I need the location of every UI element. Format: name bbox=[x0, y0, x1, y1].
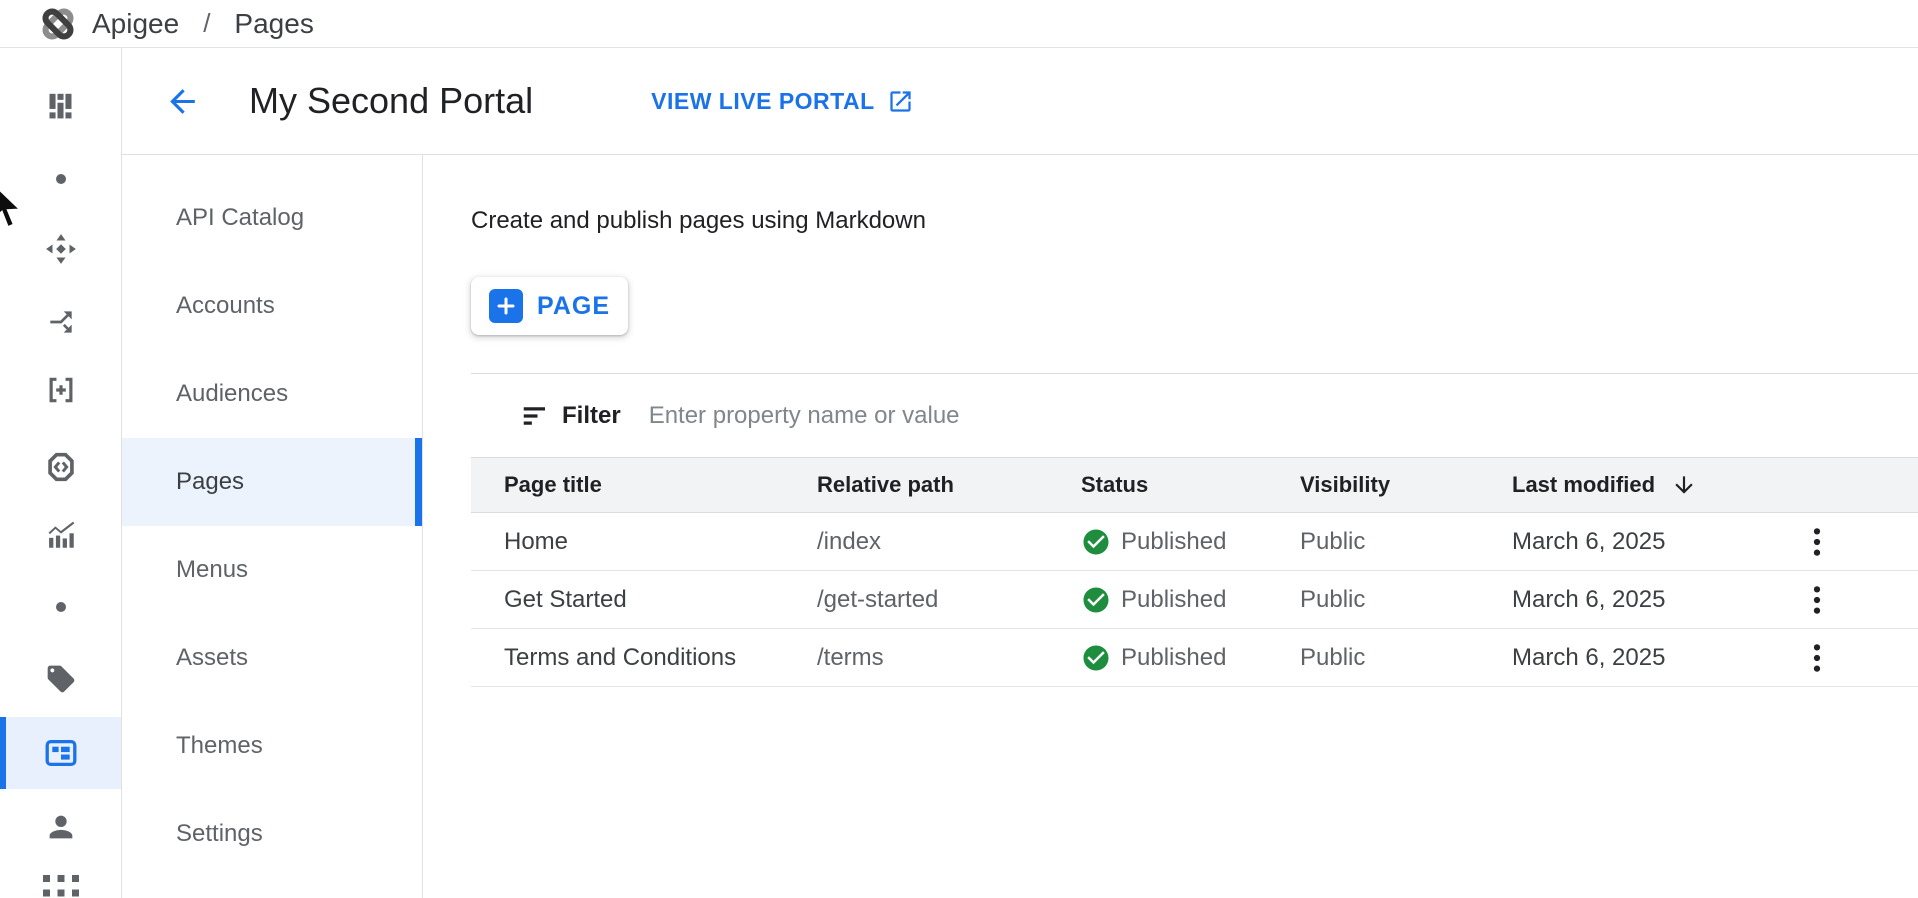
person-icon bbox=[44, 810, 78, 844]
kebab-menu-icon bbox=[1802, 525, 1832, 559]
filter-label: Filter bbox=[562, 402, 621, 430]
pages-table-panel: Filter Page title Relative path Status V… bbox=[471, 373, 1918, 687]
apigee-logo-icon[interactable] bbox=[37, 3, 79, 45]
plus-icon bbox=[489, 289, 523, 323]
portal-title: My Second Portal bbox=[249, 80, 533, 122]
rail-item-portal-pages[interactable] bbox=[0, 717, 121, 789]
relative-path-cell: /terms bbox=[817, 644, 1081, 672]
last-modified-cell: March 6, 2025 bbox=[1512, 528, 1797, 556]
visibility-cell: Public bbox=[1300, 586, 1512, 614]
last-modified-cell: March 6, 2025 bbox=[1512, 586, 1797, 614]
page-description: Create and publish pages using Markdown bbox=[471, 207, 926, 235]
add-page-button[interactable]: PAGE bbox=[471, 277, 628, 335]
subnav-item-accounts[interactable]: Accounts bbox=[122, 262, 422, 350]
portal-pages-icon bbox=[43, 735, 79, 771]
status-label: Published bbox=[1121, 644, 1226, 672]
relative-path-cell: /get-started bbox=[817, 586, 1081, 614]
check-circle-icon bbox=[1081, 643, 1111, 673]
rail-item-dot-2[interactable] bbox=[0, 571, 121, 643]
api-octagon-icon bbox=[44, 450, 78, 484]
page-title-cell[interactable]: Home bbox=[504, 528, 817, 556]
subnav-item-pages[interactable]: Pages bbox=[122, 438, 422, 526]
page-title-cell[interactable]: Get Started bbox=[504, 586, 817, 614]
subnav-item-api-catalog[interactable]: API Catalog bbox=[122, 174, 422, 262]
back-button[interactable] bbox=[164, 83, 201, 120]
filter-icon bbox=[520, 401, 550, 431]
rail-item-split[interactable] bbox=[0, 286, 121, 358]
rail-item-analytics[interactable] bbox=[0, 499, 121, 571]
subnav-item-settings[interactable]: Settings bbox=[122, 790, 422, 878]
rail-item-frame-add[interactable] bbox=[0, 354, 121, 426]
view-live-portal-link[interactable]: VIEW LIVE PORTAL bbox=[651, 88, 914, 115]
row-actions-menu-button[interactable] bbox=[1797, 578, 1837, 622]
last-modified-cell: March 6, 2025 bbox=[1512, 644, 1797, 672]
table-header-row: Page title Relative path Status Visibili… bbox=[471, 457, 1918, 513]
segments-icon bbox=[44, 89, 77, 122]
column-header-last-modified[interactable]: Last modified bbox=[1512, 472, 1797, 498]
table-row: Get Started /get-started Published Publi… bbox=[471, 571, 1918, 629]
check-circle-icon bbox=[1081, 527, 1111, 557]
page-title-cell[interactable]: Terms and Conditions bbox=[504, 644, 817, 672]
rail-item-segments[interactable] bbox=[0, 69, 121, 141]
column-header-relative-path[interactable]: Relative path bbox=[817, 472, 1081, 498]
status-cell: Published bbox=[1081, 643, 1300, 673]
dot-indicator-icon bbox=[55, 173, 67, 185]
dot-indicator-icon bbox=[55, 601, 67, 613]
table-row: Terms and Conditions /terms Published Pu… bbox=[471, 629, 1918, 687]
open-in-new-icon bbox=[887, 88, 914, 115]
status-label: Published bbox=[1121, 528, 1226, 556]
kebab-menu-icon bbox=[1802, 641, 1832, 675]
portal-header: My Second Portal VIEW LIVE PORTAL bbox=[122, 48, 1918, 155]
kebab-menu-icon bbox=[1802, 583, 1832, 617]
sort-descending-icon bbox=[1671, 472, 1697, 498]
rail-item-apps[interactable] bbox=[0, 852, 121, 898]
icon-rail bbox=[0, 48, 122, 898]
visibility-cell: Public bbox=[1300, 644, 1512, 672]
breadcrumb-product[interactable]: Apigee bbox=[92, 8, 179, 40]
filter-input[interactable] bbox=[649, 402, 1918, 430]
pages-content: Create and publish pages using Markdown … bbox=[423, 155, 1918, 898]
breadcrumb-section: Pages bbox=[234, 8, 313, 40]
breadcrumb-separator: / bbox=[203, 8, 210, 39]
column-header-status[interactable]: Status bbox=[1081, 472, 1300, 498]
status-cell: Published bbox=[1081, 585, 1300, 615]
mouse-cursor bbox=[0, 181, 25, 231]
rail-item-api[interactable] bbox=[0, 431, 121, 503]
apigee-pages-screen: Apigee / Pages bbox=[0, 0, 1918, 898]
tag-icon bbox=[45, 663, 77, 695]
portal-subnav: API Catalog Accounts Audiences Pages Men… bbox=[122, 155, 423, 898]
status-label: Published bbox=[1121, 586, 1226, 614]
subnav-item-assets[interactable]: Assets bbox=[122, 614, 422, 702]
visibility-cell: Public bbox=[1300, 528, 1512, 556]
column-header-last-modified-label: Last modified bbox=[1512, 472, 1655, 498]
subnav-item-themes[interactable]: Themes bbox=[122, 702, 422, 790]
subnav-item-menus[interactable]: Menus bbox=[122, 526, 422, 614]
row-actions-menu-button[interactable] bbox=[1797, 636, 1837, 680]
top-bar: Apigee / Pages bbox=[0, 0, 1918, 48]
column-header-page-title[interactable]: Page title bbox=[504, 472, 817, 498]
subnav-item-audiences[interactable]: Audiences bbox=[122, 350, 422, 438]
arrow-back-icon bbox=[164, 83, 201, 120]
add-page-button-label: PAGE bbox=[537, 292, 610, 321]
relative-path-cell: /index bbox=[817, 528, 1081, 556]
rail-item-tag[interactable] bbox=[0, 643, 121, 715]
frame-add-icon bbox=[45, 374, 77, 406]
row-actions-menu-button[interactable] bbox=[1797, 520, 1837, 564]
split-arrow-icon bbox=[45, 306, 77, 338]
status-cell: Published bbox=[1081, 527, 1300, 557]
analytics-icon bbox=[44, 518, 78, 552]
column-header-visibility[interactable]: Visibility bbox=[1300, 472, 1512, 498]
filter-bar: Filter bbox=[471, 374, 1918, 457]
view-live-portal-label: VIEW LIVE PORTAL bbox=[651, 88, 875, 115]
move-icon bbox=[44, 232, 78, 266]
table-row: Home /index Published Public March 6, 20… bbox=[471, 513, 1918, 571]
check-circle-icon bbox=[1081, 585, 1111, 615]
apps-grid-icon bbox=[43, 875, 79, 898]
